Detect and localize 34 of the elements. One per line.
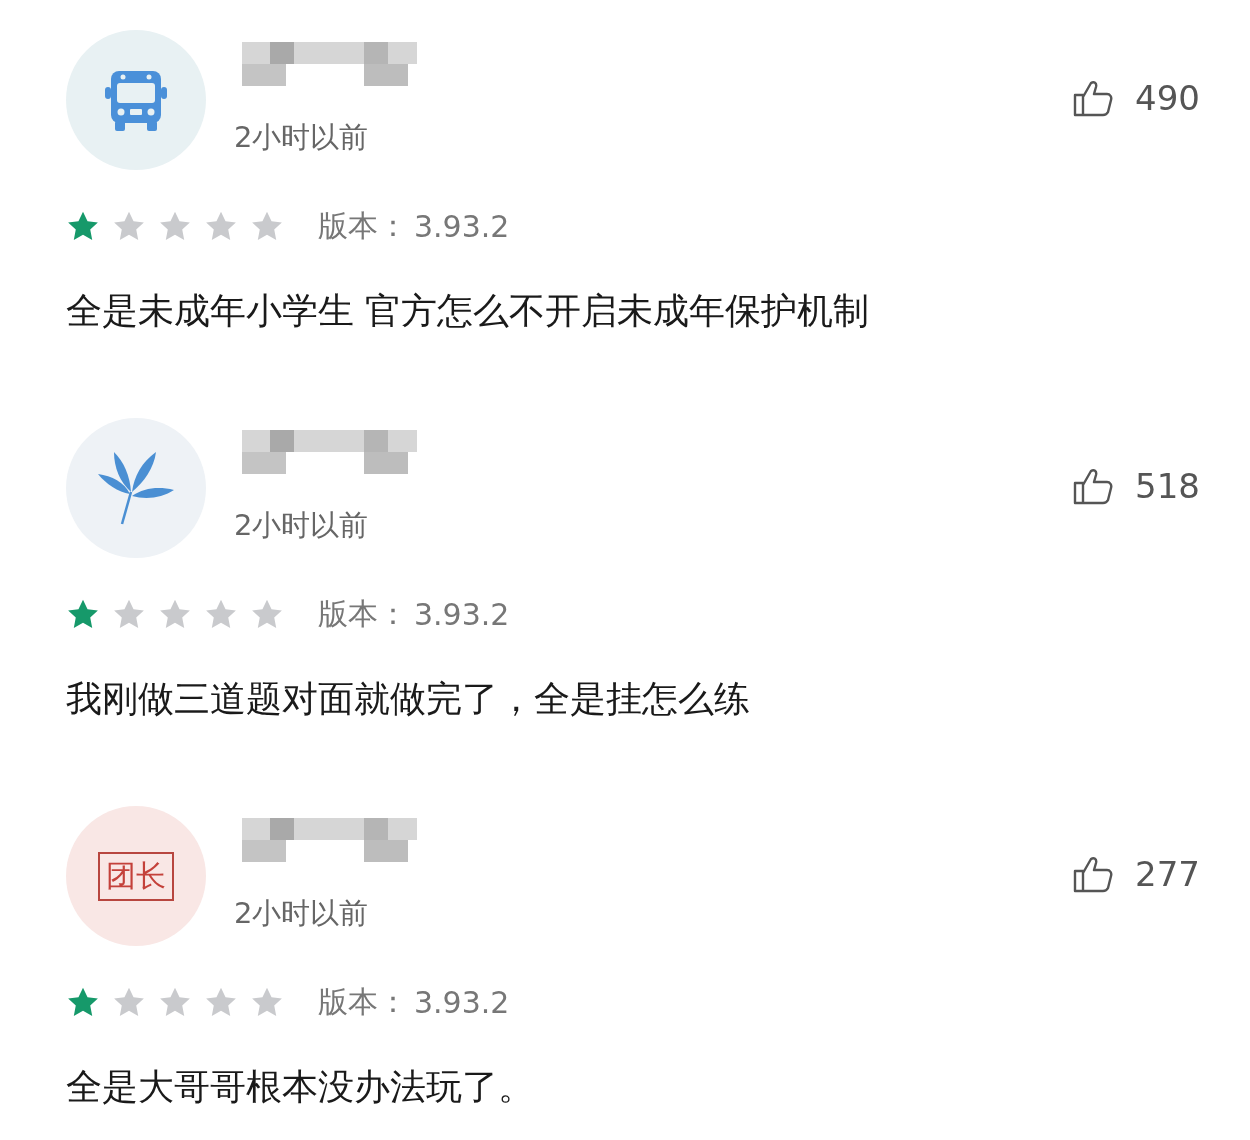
thumbs-up-icon[interactable] [1073, 855, 1114, 893]
star-icon [66, 210, 100, 243]
review-time: 2小时以前 [234, 119, 370, 156]
version-label: 版本： [318, 207, 408, 245]
version-label: 版本： [318, 983, 408, 1021]
thumbs-up-icon[interactable] [1073, 79, 1114, 117]
review-text: 我刚做三道题对面就做完了，全是挂怎么练 [66, 677, 751, 721]
like-count: 490 [1135, 78, 1200, 118]
like-count: 518 [1135, 466, 1200, 506]
star-icon [204, 986, 238, 1019]
star-icon [66, 598, 100, 631]
review-text: 全是大哥哥根本没办法玩了。 [66, 1065, 535, 1109]
star-icon [250, 598, 284, 631]
star-icon [158, 598, 192, 631]
version-label: 版本： [318, 595, 408, 633]
star-icon [112, 598, 146, 631]
version-number: 3.93.2 [414, 209, 510, 244]
thumbs-up-icon[interactable] [1073, 467, 1114, 505]
star-icon [66, 986, 100, 1019]
review-time: 2小时以前 [234, 895, 370, 932]
star-icon [158, 210, 192, 243]
like-count: 277 [1135, 854, 1200, 894]
star-icon [158, 986, 192, 1019]
review-time: 2小时以前 [234, 507, 370, 544]
star-icon [250, 986, 284, 1019]
star-icon [112, 210, 146, 243]
star-icon [112, 986, 146, 1019]
review-text: 全是未成年小学生 官方怎么不开启未成年保护机制 [66, 289, 871, 333]
version-number: 3.93.2 [414, 597, 510, 632]
star-icon [250, 210, 284, 243]
version-number: 3.93.2 [414, 985, 510, 1020]
avatar-label: 团长 [98, 851, 174, 901]
star-icon [204, 210, 238, 243]
star-icon [204, 598, 238, 631]
